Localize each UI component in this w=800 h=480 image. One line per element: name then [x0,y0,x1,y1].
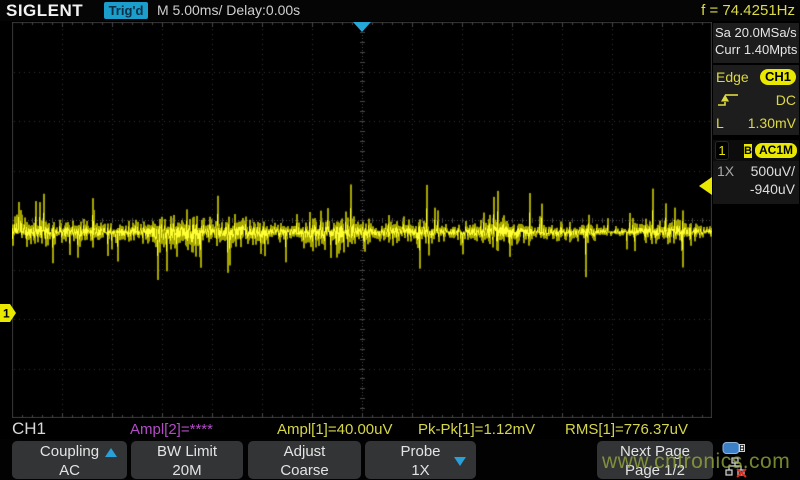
trigger-info-box: Edge CH1 DC L 1.30mV [713,65,799,135]
watermark-text: www.cntronics.com [602,450,790,474]
frequency-counter: f = 74.4251Hz [701,2,795,19]
trigger-status-badge: Trig'd [104,2,148,19]
trigger-level-value: 1.30mV [748,115,796,131]
active-channel-label: CH1 [12,419,46,439]
probe-button[interactable]: Probe 1X [365,441,476,479]
acquisition-info-box: Sa 20.0MSa/s Curr 1.40Mpts [713,23,799,63]
channel-offset: -940uV [713,179,799,197]
oscilloscope-screen: SIGLENT Trig'd M 5.00ms/ Delay:0.00s f =… [0,0,800,480]
channel-coupling-badge: AC1M [755,143,797,158]
channel-1-marker: 1 [0,304,17,322]
trigger-mode-label: Edge [716,69,749,85]
channel-number-chip: 1 [715,141,729,160]
probe-down-arrow-icon [454,457,466,466]
measurement-rms-ch1: RMS[1]=776.37uV [565,421,688,438]
trigger-level-marker [699,177,712,195]
timebase-readout: M 5.00ms/ Delay:0.00s [157,2,300,18]
bandwidth-limit-badge: B [744,144,752,158]
measurement-ampl-ch1: Ampl[1]=40.00uV [277,421,393,438]
measurement-bar: CH1 Ampl[2]=**** Ampl[1]=40.00uV Pk-Pk[1… [0,418,800,439]
channel-info-box: 1 B AC1M 1X 500uV/ -940uV [713,140,799,204]
bw-limit-button[interactable]: BW Limit 20M [131,441,243,479]
svg-text:1: 1 [3,307,10,321]
waveform-canvas [12,22,712,418]
volts-per-div: 500uV/ [751,163,795,179]
measurement-ampl-ch2: Ampl[2]=**** [130,421,213,438]
trigger-source-badge: CH1 [760,69,796,85]
probe-attenuation: 1X [717,163,734,179]
measurement-pkpk-ch1: Pk-Pk[1]=1.12mV [418,421,535,438]
trigger-position-marker [353,22,371,32]
memory-depth: Curr 1.40Mpts [713,40,799,57]
top-status-bar: SIGLENT Trig'd M 5.00ms/ Delay:0.00s f =… [0,0,800,21]
graticule-area [12,22,712,418]
coupling-up-arrow-icon [105,448,117,457]
rising-edge-icon [716,92,740,108]
trigger-level-label: L [716,115,724,131]
coupling-button[interactable]: Coupling AC [12,441,127,479]
sample-rate: Sa 20.0MSa/s [713,23,799,40]
siglent-logo: SIGLENT [6,1,83,21]
adjust-button[interactable]: Adjust Coarse [248,441,361,479]
trigger-coupling: DC [776,92,796,108]
